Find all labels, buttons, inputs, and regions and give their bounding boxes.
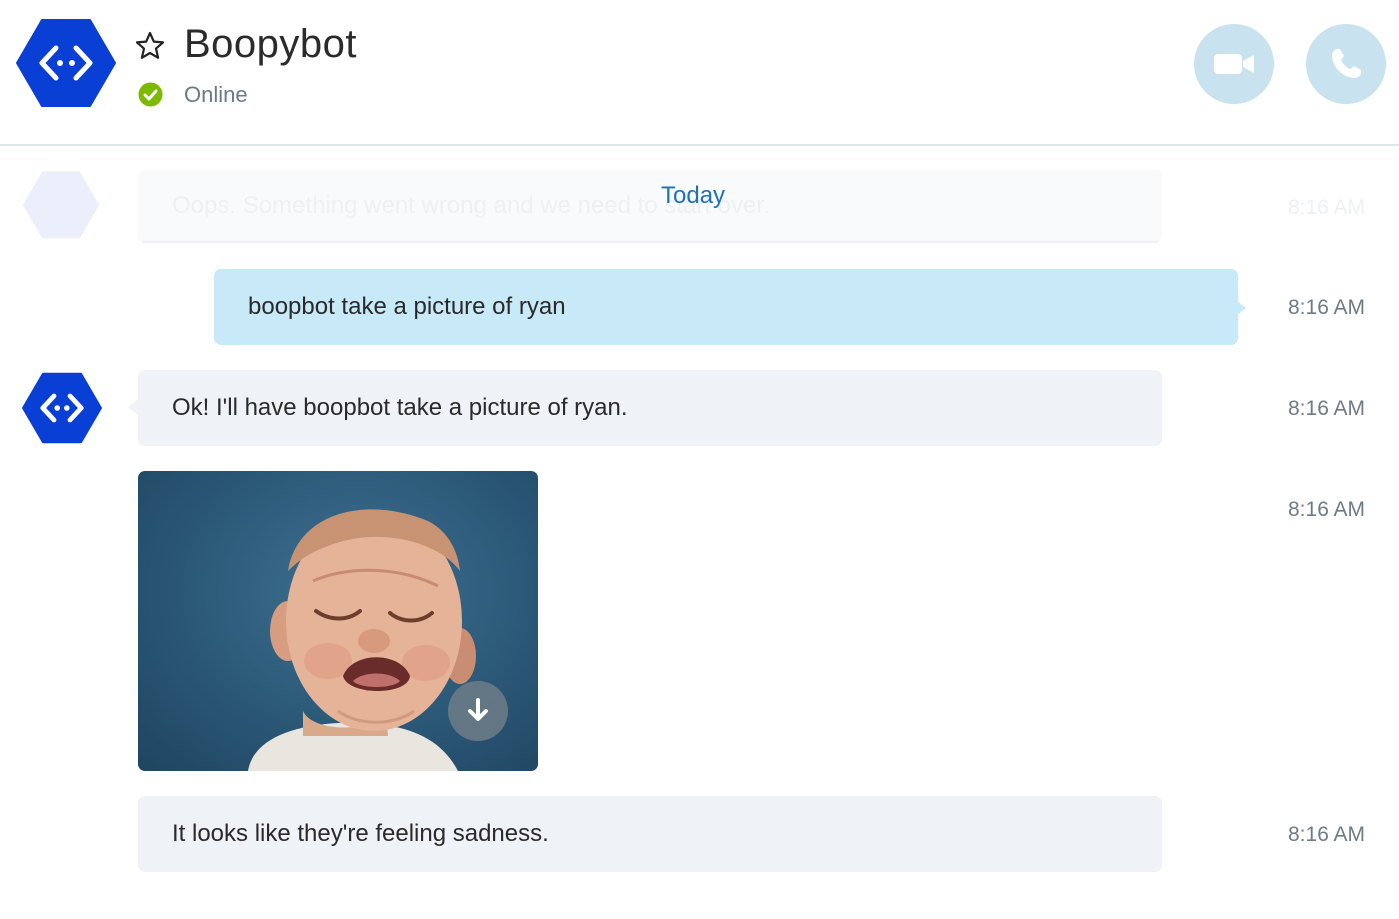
star-outline-icon[interactable] bbox=[134, 30, 166, 62]
message-time: 8:16 AM bbox=[1288, 296, 1366, 319]
audio-call-button[interactable] bbox=[1306, 24, 1386, 104]
contact-name: Boopybot bbox=[184, 22, 358, 66]
online-status-icon bbox=[138, 82, 163, 107]
bot-avatar[interactable] bbox=[22, 372, 102, 444]
outgoing-message-bubble[interactable]: boopbot take a picture of ryan bbox=[214, 269, 1238, 345]
message-text: boopbot take a picture of ryan bbox=[248, 293, 566, 320]
bot-avatar-faded bbox=[22, 170, 100, 240]
download-button[interactable] bbox=[448, 681, 508, 741]
bubble-tail bbox=[128, 399, 138, 415]
message-text: Ok! I'll have boopbot take a picture of … bbox=[172, 394, 628, 421]
message-text: It looks like they're feeling sadness. bbox=[172, 820, 549, 847]
video-call-button[interactable] bbox=[1194, 24, 1274, 104]
bubble-tail bbox=[1236, 300, 1246, 316]
status-text: Online bbox=[184, 82, 248, 107]
download-arrow-icon bbox=[468, 698, 488, 721]
incoming-message-bubble[interactable]: It looks like they're feeling sadness. bbox=[138, 796, 1162, 872]
message-time: 8:16 AM bbox=[1288, 823, 1366, 846]
day-divider-line bbox=[142, 241, 1158, 243]
message-time: 8:16 AM bbox=[1288, 498, 1366, 521]
bot-avatar[interactable] bbox=[16, 18, 116, 108]
message-time: 8:16 AM bbox=[1288, 397, 1366, 420]
faded-message-row: Oops. Something went wrong and we need t… bbox=[0, 160, 1399, 250]
video-camera-icon bbox=[1214, 54, 1254, 74]
phone-icon bbox=[1332, 49, 1361, 78]
incoming-message-bubble[interactable]: Ok! I'll have boopbot take a picture of … bbox=[138, 370, 1162, 446]
day-divider-label: Today bbox=[661, 182, 726, 209]
faded-message-time: 8:16 AM bbox=[1288, 196, 1366, 219]
conversation-header: Boopybot Online bbox=[0, 0, 1399, 146]
